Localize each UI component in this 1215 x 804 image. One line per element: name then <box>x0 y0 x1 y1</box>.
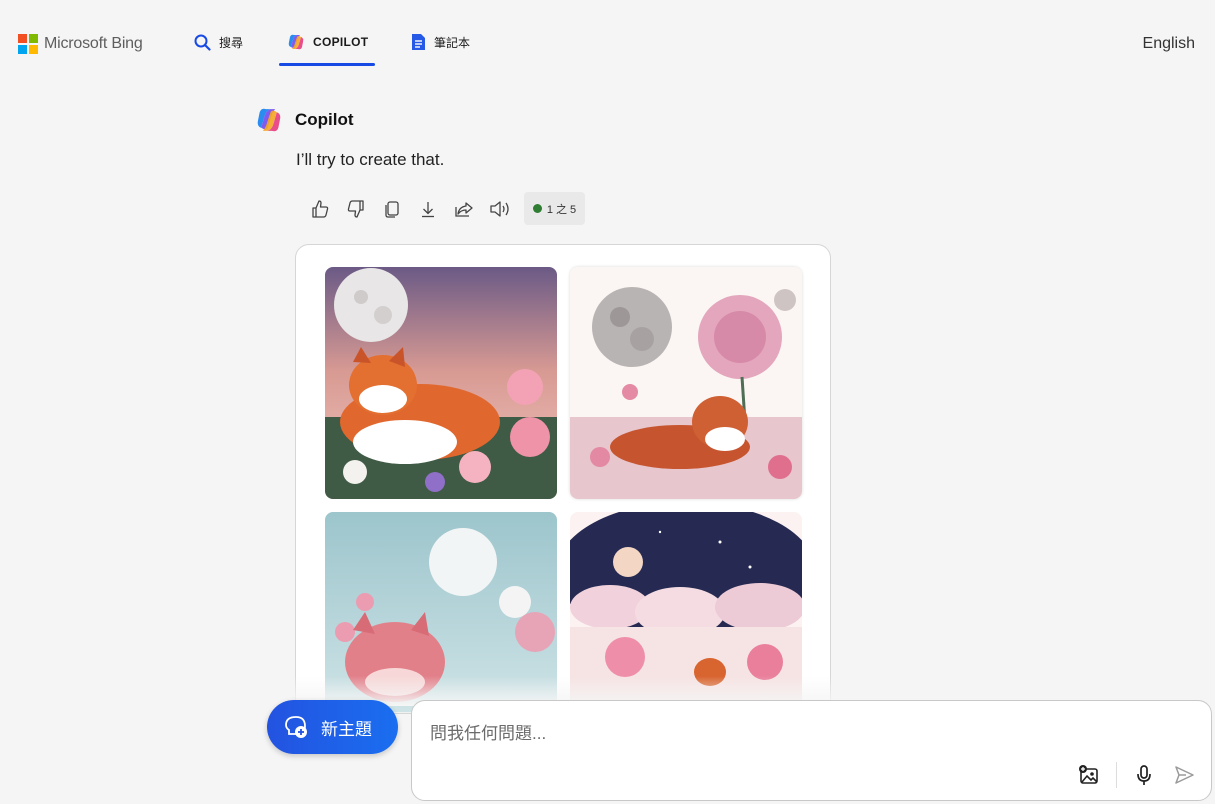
bing-logo[interactable]: Microsoft Bing <box>18 34 143 54</box>
like-button[interactable] <box>302 193 338 225</box>
share-button[interactable] <box>446 193 482 225</box>
tab-copilot-label: COPILOT <box>313 35 369 49</box>
toolbar-divider <box>1116 762 1117 788</box>
notebook-icon <box>412 34 425 50</box>
chat-input-placeholder: 問我任何問題... <box>430 724 547 743</box>
generated-image-2[interactable] <box>570 267 802 499</box>
like-icon <box>312 199 329 218</box>
microphone-button[interactable] <box>1131 762 1157 788</box>
assistant-header: Copilot <box>255 106 354 134</box>
copilot-avatar-icon <box>257 108 281 132</box>
tab-notebook-label: 筆記本 <box>434 35 471 50</box>
copilot-icon <box>288 34 304 50</box>
response-counter: 1 之 5 <box>524 192 585 225</box>
status-dot <box>532 204 542 213</box>
message-actions: 1 之 5 <box>302 192 585 225</box>
dislike-icon <box>347 199 364 218</box>
microsoft-logo-icon <box>18 34 38 54</box>
speaker-icon <box>490 200 509 217</box>
active-tab-indicator <box>279 63 375 66</box>
download-icon <box>422 201 434 217</box>
new-topic-button[interactable]: 新主題 <box>267 700 398 754</box>
tab-search[interactable]: 搜尋 <box>194 30 243 54</box>
assistant-name: Copilot <box>295 110 354 129</box>
tab-search-label: 搜尋 <box>219 35 244 50</box>
search-icon <box>194 34 211 51</box>
tab-notebook[interactable]: 筆記本 <box>411 30 470 54</box>
send-button[interactable] <box>1171 762 1197 788</box>
chat-input-box[interactable]: 問我任何問題... <box>411 700 1212 801</box>
new-chat-icon <box>285 716 307 738</box>
new-topic-label: 新主題 <box>321 719 372 739</box>
send-icon <box>1175 766 1194 784</box>
logo-text: Microsoft Bing <box>44 35 143 52</box>
generated-image-1[interactable] <box>325 267 557 499</box>
microphone-icon <box>1137 765 1151 785</box>
download-button[interactable] <box>410 193 446 225</box>
copy-button[interactable] <box>374 193 410 225</box>
top-bar: Microsoft Bing 搜尋 COPILOT 筆記本 English <box>0 0 1215 80</box>
image-upload-button[interactable] <box>1076 762 1102 788</box>
response-counter-text: 1 之 5 <box>546 203 577 216</box>
assistant-message: I’ll try to create that. <box>296 150 445 169</box>
generated-images-card <box>295 244 831 714</box>
read-aloud-button[interactable] <box>482 193 518 225</box>
language-switch[interactable]: English <box>1143 35 1195 53</box>
image-upload-icon <box>1079 765 1098 784</box>
tab-copilot[interactable]: COPILOT <box>287 30 368 54</box>
dislike-button[interactable] <box>338 193 374 225</box>
share-icon <box>455 201 473 217</box>
copy-icon <box>385 200 399 218</box>
input-toolbar <box>1076 762 1197 788</box>
